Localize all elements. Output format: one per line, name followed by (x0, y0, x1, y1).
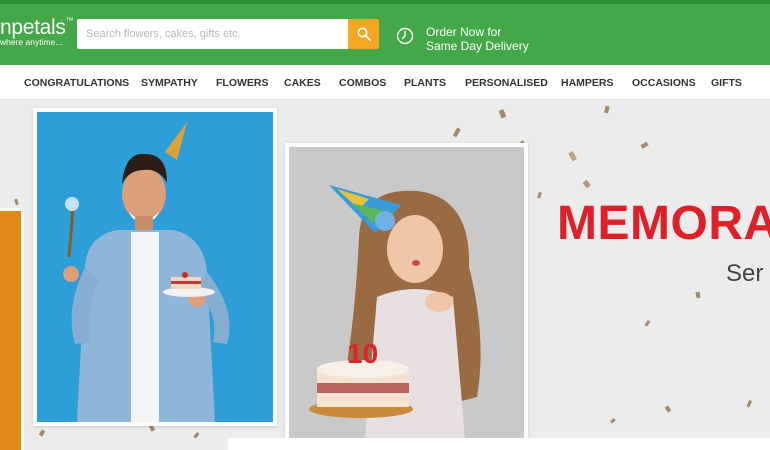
logo-trademark: ™ (65, 16, 74, 25)
nav-personalised[interactable]: PERSONALISED (465, 65, 548, 100)
hero-banner[interactable]: 10 MEMORA Ser (0, 100, 770, 450)
girl-blowing-kiss-illustration: 10 (289, 147, 524, 439)
nav-occasions[interactable]: OCCASIONS (632, 65, 696, 100)
banner-headline: MEMORA (557, 197, 770, 250)
content-card-edge (228, 438, 770, 450)
cake-candle-number: 10 (347, 338, 378, 369)
logo-name-text: npetals (0, 16, 66, 39)
clock-icon (396, 27, 414, 45)
nav-cakes[interactable]: CAKES (284, 65, 321, 100)
main-nav: CONGRATULATIONS SYMPATHY FLOWERS CAKES C… (0, 65, 770, 100)
photo-girl-with-cake: 10 (285, 143, 528, 443)
partial-photo-left (0, 208, 24, 450)
nav-combos[interactable]: COMBOS (339, 65, 386, 100)
promo-line-2: Same Day Delivery (426, 39, 529, 53)
search-input[interactable] (77, 19, 348, 49)
nav-plants[interactable]: PLANTS (404, 65, 446, 100)
same-day-delivery-promo[interactable]: Order Now for Same Day Delivery (426, 25, 529, 53)
photo-man-with-cake (33, 108, 277, 426)
nav-flowers[interactable]: FLOWERS (216, 65, 269, 100)
promo-line-1: Order Now for (426, 25, 502, 39)
nav-hampers[interactable]: HAMPERS (561, 65, 614, 100)
nav-sympathy[interactable]: SYMPATHY (141, 65, 198, 100)
banner-subline: Ser (726, 260, 764, 287)
site-header: npetals™ where anytime... Order Now for … (0, 0, 770, 65)
search-bar (77, 19, 379, 49)
search-button[interactable] (348, 19, 379, 49)
nav-gifts[interactable]: GIFTS (711, 65, 742, 100)
nav-congratulations[interactable]: CONGRATULATIONS (24, 65, 129, 100)
man-celebrating-illustration (37, 112, 273, 422)
search-icon (357, 27, 371, 41)
logo-tagline: where anytime... (0, 37, 63, 47)
